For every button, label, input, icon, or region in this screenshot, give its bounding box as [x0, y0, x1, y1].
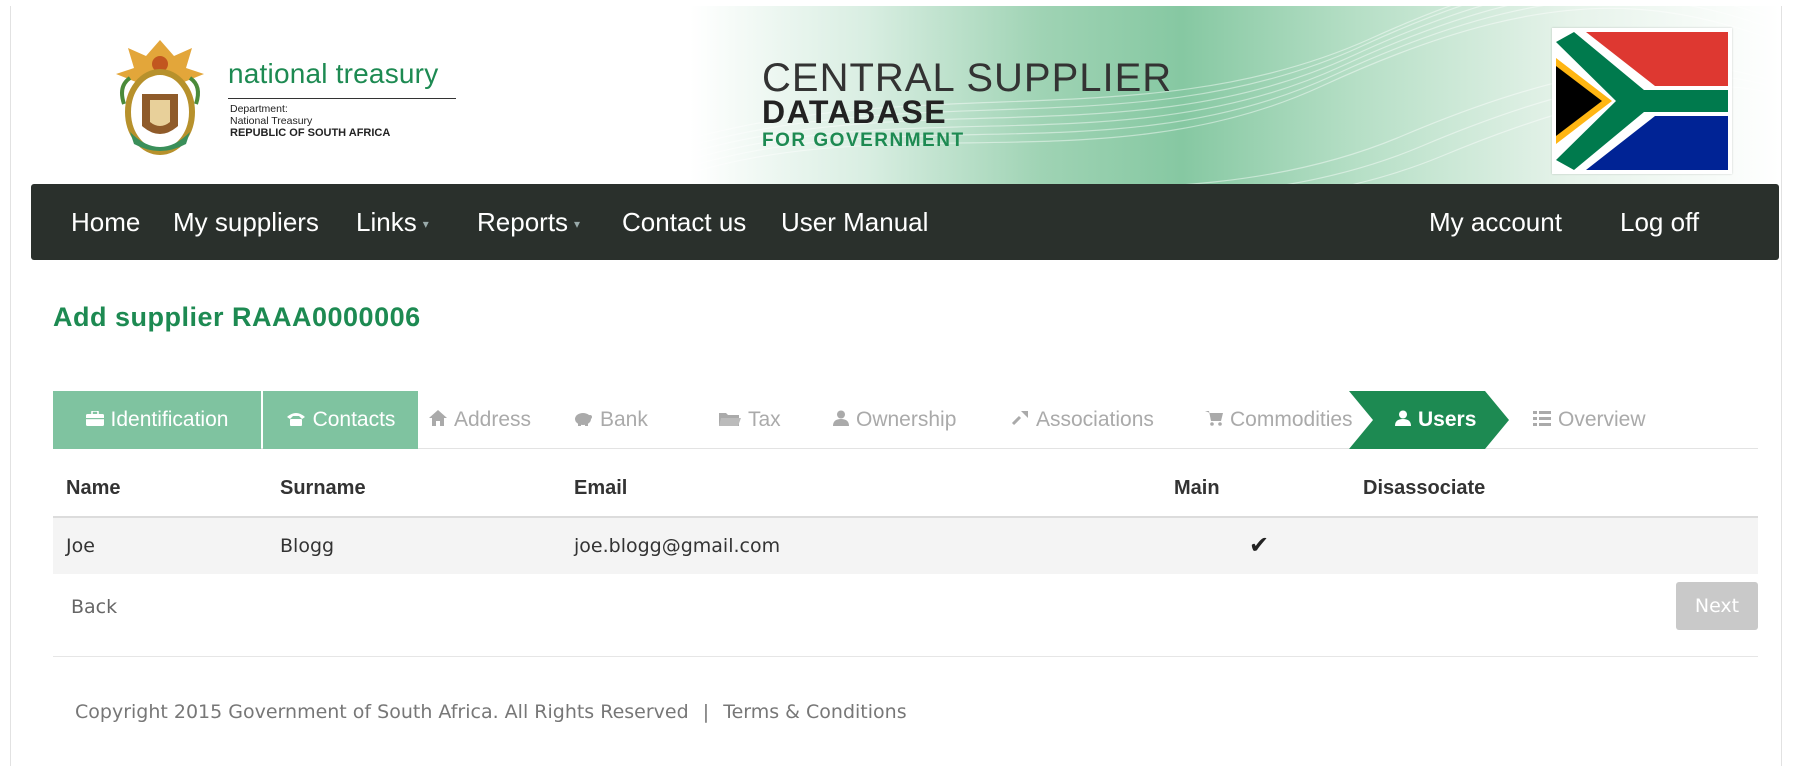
- main-navbar: Home My suppliers Links ▾ Reports ▾ Contac…: [31, 184, 1779, 260]
- nav-home-label: Home: [71, 207, 141, 237]
- step-label: Tax: [748, 408, 781, 431]
- step-overview[interactable]: Overview: [1533, 391, 1646, 449]
- step-bank[interactable]: Bank: [573, 391, 648, 449]
- home-icon: [429, 391, 447, 449]
- step-label: Users: [1418, 408, 1477, 431]
- app-title-line-2: DATABASE: [762, 94, 948, 130]
- column-header-disassociate: Disassociate: [1363, 477, 1486, 499]
- footer-copyright: Copyright 2015 Government of South Afric…: [75, 701, 689, 723]
- next-button[interactable]: Next: [1676, 582, 1758, 630]
- nav-user-manual[interactable]: User Manual: [781, 184, 928, 260]
- step-label: Identification: [110, 408, 229, 431]
- page-title: Add supplier RAAA0000006: [53, 302, 421, 332]
- coat-of-arms-logo: [116, 40, 204, 155]
- nav-my-suppliers[interactable]: My suppliers: [173, 184, 319, 260]
- step-commodities[interactable]: Commodities: [1205, 391, 1353, 449]
- caret-down-icon: ▾: [422, 217, 429, 232]
- nav-log-off[interactable]: Log off: [1620, 184, 1699, 260]
- step-users[interactable]: Users: [1395, 391, 1476, 449]
- main-checkmark-icon: ✔: [1249, 532, 1270, 559]
- footer-divider: [53, 656, 1758, 657]
- step-label: Associations: [1036, 408, 1154, 431]
- column-header-main: Main: [1174, 477, 1220, 499]
- piggy-bank-icon: [573, 391, 593, 449]
- step-label: Contacts: [312, 408, 396, 431]
- phone-icon: [286, 391, 306, 449]
- user-icon: [833, 391, 849, 449]
- nav-reports-dropdown[interactable]: Reports ▾: [477, 184, 580, 260]
- header-banner: national treasury Department: National T…: [22, 6, 1780, 184]
- cell-name: Joe: [66, 535, 95, 557]
- cart-icon: [1205, 391, 1223, 449]
- cell-email: joe.blogg@gmail.com: [574, 535, 781, 557]
- step-label: Address: [454, 408, 532, 431]
- wizard-steps: Identification Contacts Address Bank Tax…: [53, 391, 1758, 449]
- nav-log-off-label: Log off: [1620, 207, 1700, 237]
- department-line-1: Department:: [230, 103, 288, 115]
- nav-my-suppliers-label: My suppliers: [173, 207, 319, 237]
- nav-user-manual-label: User Manual: [781, 207, 929, 237]
- column-header-name: Name: [66, 477, 121, 499]
- link-icon: [1011, 391, 1029, 449]
- step-address[interactable]: Address: [429, 391, 531, 449]
- nav-reports-label: Reports: [477, 207, 569, 237]
- flag-icon: [1556, 32, 1728, 170]
- footer-separator: |: [702, 701, 710, 723]
- cell-surname: Blogg: [280, 535, 335, 557]
- step-label: Bank: [600, 408, 648, 431]
- step-ownership[interactable]: Ownership: [833, 391, 956, 449]
- nav-contact-us-label: Contact us: [622, 207, 747, 237]
- step-associations[interactable]: Associations: [1011, 391, 1154, 449]
- department-subtitle: Department: National Treasury REPUBLIC O…: [230, 103, 390, 139]
- step-contacts[interactable]: Contacts: [263, 391, 418, 449]
- step-label: Commodities: [1230, 408, 1353, 431]
- nav-my-account[interactable]: My account: [1429, 184, 1562, 260]
- caret-down-icon: ▾: [574, 217, 581, 232]
- step-label: Ownership: [856, 408, 957, 431]
- table-row[interactable]: Joe Blogg joe.blogg@gmail.com ✔: [53, 518, 1758, 574]
- user-icon: [1395, 391, 1411, 449]
- folder-icon: [719, 391, 741, 449]
- column-header-surname: Surname: [280, 477, 366, 499]
- department-title-rule: [228, 98, 456, 99]
- footer: Copyright 2015 Government of South Afric…: [75, 701, 907, 723]
- briefcase-icon: [85, 391, 104, 449]
- list-icon: [1533, 391, 1551, 449]
- nav-contact-us[interactable]: Contact us: [622, 184, 746, 260]
- department-line-3: REPUBLIC OF SOUTH AFRICA: [230, 127, 391, 139]
- step-tax[interactable]: Tax: [719, 391, 781, 449]
- nav-links-label: Links: [356, 207, 417, 237]
- app-title-line-3: FOR GOVERNMENT: [762, 130, 965, 151]
- app-title-line-1: CENTRAL SUPPLIER: [762, 56, 1173, 100]
- south-africa-flag: [1552, 28, 1732, 174]
- step-label: Overview: [1558, 408, 1646, 431]
- back-link[interactable]: Back: [71, 596, 117, 618]
- department-title: national treasury: [228, 58, 439, 89]
- column-header-email: Email: [574, 477, 628, 499]
- nav-links-dropdown[interactable]: Links ▾: [356, 184, 429, 260]
- step-identification[interactable]: Identification: [53, 391, 261, 449]
- terms-link[interactable]: Terms & Conditions: [723, 701, 906, 723]
- nav-my-account-label: My account: [1429, 207, 1562, 237]
- nav-home[interactable]: Home: [71, 184, 140, 260]
- department-line-2: National Treasury: [230, 115, 313, 127]
